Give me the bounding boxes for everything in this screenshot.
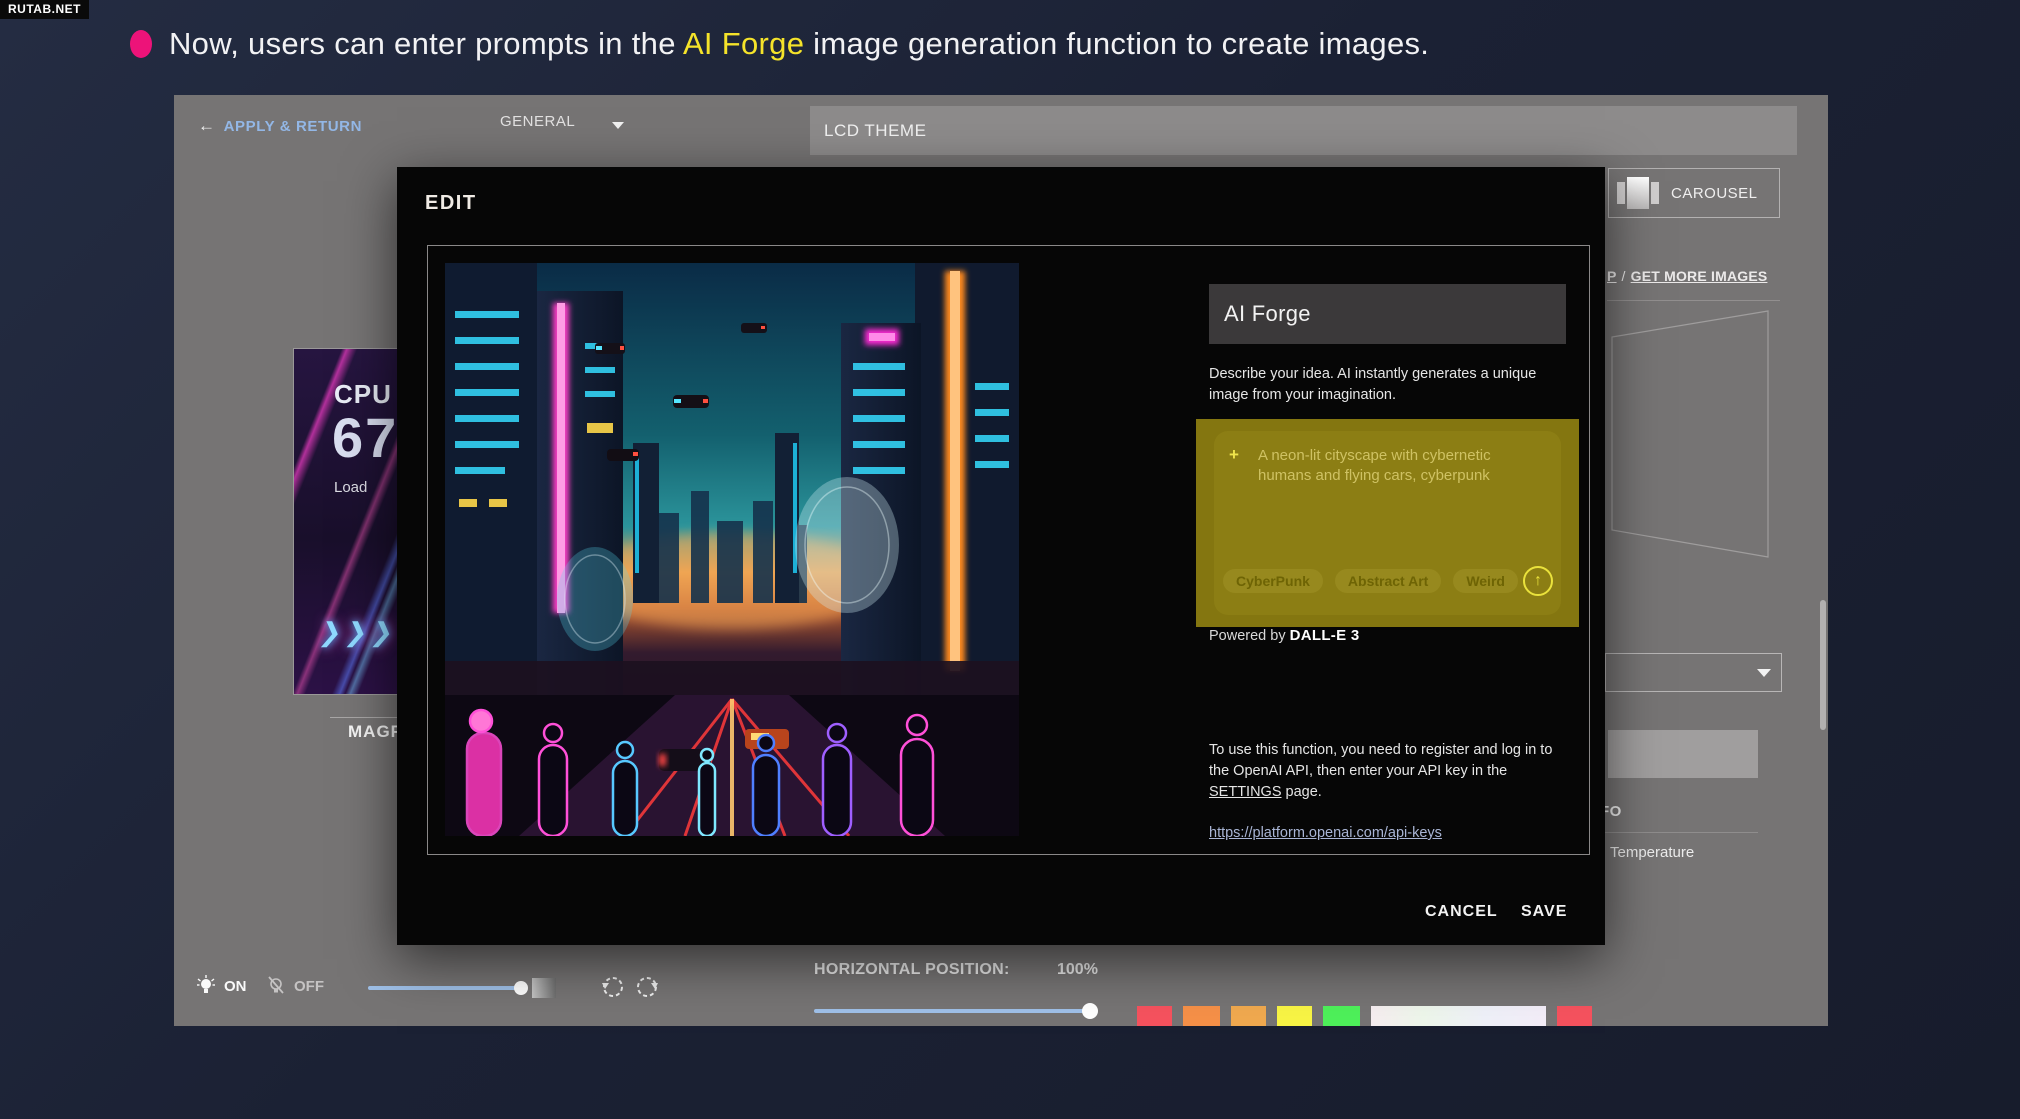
prompt-tag-chip[interactable]: CyberPunk xyxy=(1223,569,1323,593)
screenshot-stage: RUTAB.NET Now, users can enter prompts i… xyxy=(0,0,2020,1119)
bullet-icon xyxy=(130,30,152,58)
modal-content-frame: AI Forge Describe your idea. AI instantl… xyxy=(427,245,1590,855)
backlight-on-toggle[interactable]: ON xyxy=(196,975,247,997)
brightness-slider[interactable] xyxy=(368,986,527,990)
image-links-row: P / GET MORE IMAGES xyxy=(1607,268,1782,284)
prompt-tag-chip[interactable]: Weird xyxy=(1453,569,1518,593)
api-note: To use this function, you need to regist… xyxy=(1209,740,1571,803)
right-panel-dropdown[interactable] xyxy=(1605,653,1782,692)
engine-name: DALL-E 3 xyxy=(1290,627,1360,644)
carousel-icon xyxy=(1617,177,1659,209)
category-dropdown[interactable]: GENERAL xyxy=(500,113,624,139)
save-button[interactable]: SAVE xyxy=(1521,903,1567,921)
edit-modal: EDIT xyxy=(397,167,1605,945)
apply-return-label: APPLY & RETURN xyxy=(224,118,362,135)
theme-card-name: MAGF xyxy=(348,722,402,742)
horizontal-position-value: 100% xyxy=(1057,961,1098,979)
caption-row: Now, users can enter prompts in the AI F… xyxy=(130,26,1429,62)
color-swatch[interactable] xyxy=(1277,1006,1312,1026)
category-dropdown-value: GENERAL xyxy=(500,113,575,130)
chevron-down-icon xyxy=(612,122,624,129)
horizontal-position-slider[interactable] xyxy=(814,1009,1093,1013)
color-swatch[interactable] xyxy=(1231,1006,1266,1026)
ai-forge-description: Describe your idea. AI instantly generat… xyxy=(1209,364,1541,405)
api-keys-link[interactable]: https://platform.openai.com/api-keys xyxy=(1209,825,1442,841)
back-arrow-icon: ← xyxy=(198,116,216,135)
screen-perspective-placeholder xyxy=(1604,305,1774,565)
caption-post: image generation function to create imag… xyxy=(804,26,1429,61)
prompt-tag-chip[interactable]: Abstract Art xyxy=(1335,569,1441,593)
theme-name-field[interactable]: LCD THEME xyxy=(810,106,1797,155)
carousel-label: CAROUSEL xyxy=(1671,185,1758,202)
prompt-text[interactable]: A neon-lit cityscape with cybernetic hum… xyxy=(1258,446,1530,487)
color-swatch[interactable] xyxy=(1323,1006,1360,1026)
slider-knob[interactable] xyxy=(514,981,528,995)
backlight-on-label: ON xyxy=(224,978,247,995)
gradient-preview-box[interactable] xyxy=(532,978,556,998)
slider-knob[interactable] xyxy=(1082,1003,1098,1019)
color-swatch[interactable] xyxy=(1137,1006,1172,1026)
caption-highlight: AI Forge xyxy=(683,26,804,61)
scrollbar[interactable] xyxy=(1820,600,1826,730)
caption-pre: Now, users can enter prompts in the xyxy=(169,26,683,61)
cancel-button[interactable]: CANCEL xyxy=(1425,903,1498,921)
ai-forge-prompt-panel: + A neon-lit cityscape with cybernetic h… xyxy=(1196,419,1579,627)
color-swatch[interactable] xyxy=(1557,1006,1592,1026)
load-label: Load xyxy=(334,479,367,496)
settings-link[interactable]: SETTINGS xyxy=(1209,784,1282,800)
apply-return-button[interactable]: ← APPLY & RETURN xyxy=(198,116,362,136)
up-arrow-icon: ↑ xyxy=(1534,572,1542,590)
plus-icon[interactable]: + xyxy=(1229,445,1239,465)
link-separator: / xyxy=(1622,268,1626,284)
api-note-post: page. xyxy=(1282,784,1322,800)
ai-forge-title: AI Forge xyxy=(1209,284,1566,344)
divider xyxy=(1597,832,1758,833)
generate-button[interactable]: ↑ xyxy=(1523,566,1553,596)
backlight-off-label: OFF xyxy=(294,978,324,995)
backlight-off-toggle[interactable]: OFF xyxy=(266,975,324,997)
chevron-down-icon xyxy=(1757,669,1771,677)
horizontal-position-label: HORIZONTAL POSITION: xyxy=(814,961,1010,979)
right-panel-button[interactable] xyxy=(1608,730,1758,778)
rotate-cw-button[interactable] xyxy=(634,974,660,1000)
prompt-tag-row: CyberPunk Abstract Art Weird xyxy=(1223,569,1518,593)
carousel-button[interactable]: CAROUSEL xyxy=(1608,168,1780,218)
bulb-off-icon xyxy=(266,975,286,997)
divider xyxy=(1607,300,1780,301)
modal-title: EDIT xyxy=(425,192,477,215)
color-swatch[interactable] xyxy=(1183,1006,1220,1026)
caption-text: Now, users can enter prompts in the AI F… xyxy=(169,26,1429,62)
temperature-label: Temperature xyxy=(1610,844,1694,861)
truncated-link[interactable]: P xyxy=(1607,268,1617,284)
bulb-on-icon xyxy=(196,975,216,997)
chevrons-decoration: ❯❯❯ xyxy=(317,617,401,648)
cpu-value: 67 xyxy=(332,405,398,470)
powered-by-line: Powered by DALL-E 3 xyxy=(1209,627,1360,644)
generated-cyberpunk-image xyxy=(445,263,1019,836)
powered-by-label: Powered by xyxy=(1209,628,1290,644)
watermark: RUTAB.NET xyxy=(0,0,89,19)
get-more-images-link[interactable]: GET MORE IMAGES xyxy=(1631,268,1768,284)
color-swatch-row xyxy=(1137,1006,1592,1026)
rotate-ccw-button[interactable] xyxy=(600,974,626,1000)
color-swatch[interactable] xyxy=(1371,1006,1546,1026)
api-note-pre: To use this function, you need to regist… xyxy=(1209,742,1552,779)
